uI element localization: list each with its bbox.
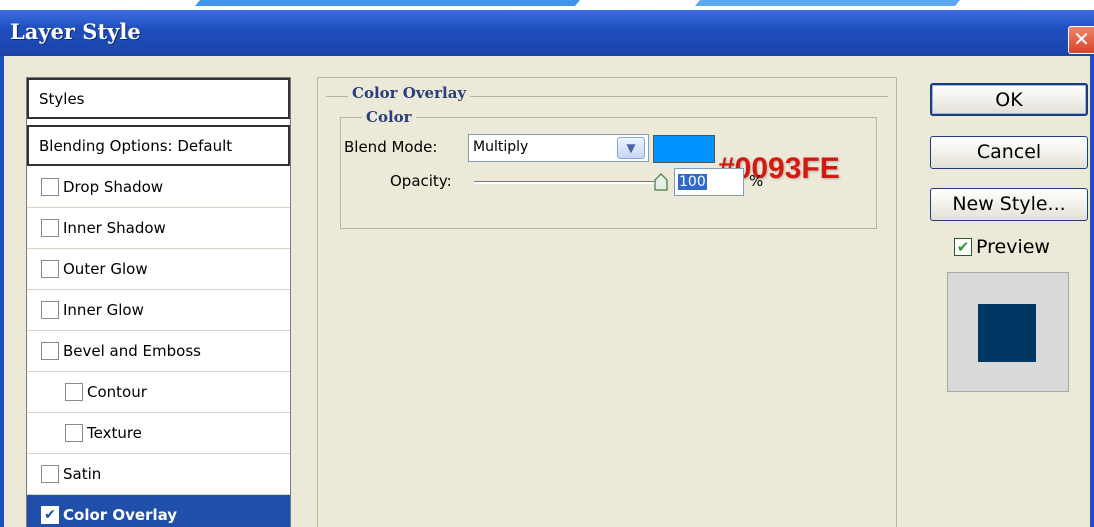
style-item-drop-shadow[interactable]: Drop Shadow — [27, 167, 290, 208]
blending-options-label: Blending Options: Default — [39, 136, 233, 155]
style-item-label: Drop Shadow — [63, 178, 164, 196]
checkbox-checked[interactable]: ✔ — [41, 506, 59, 524]
top-decorative-strip — [0, 0, 1094, 10]
opacity-value: 100 — [678, 174, 707, 190]
styles-header-item[interactable]: Styles — [27, 78, 290, 119]
styles-list: Styles Blending Options: Default Drop Sh… — [26, 77, 291, 527]
style-item-label: Satin — [63, 465, 102, 483]
style-item-outer-glow[interactable]: Outer Glow — [27, 249, 290, 290]
style-item-texture[interactable]: Texture — [27, 413, 290, 454]
style-item-inner-shadow[interactable]: Inner Shadow — [27, 208, 290, 249]
style-item-label: Contour — [87, 383, 147, 401]
opacity-unit: % — [749, 172, 764, 190]
new-style-button[interactable]: New Style... — [930, 188, 1088, 221]
blend-mode-label: Blend Mode: — [344, 138, 438, 156]
window-title: Layer Style — [10, 19, 141, 44]
styles-label: Styles — [39, 89, 85, 108]
style-item-label: Inner Shadow — [63, 219, 166, 237]
style-item-label: Color Overlay — [63, 506, 178, 524]
group-title: Color Overlay — [348, 84, 471, 102]
checkbox[interactable] — [41, 342, 59, 360]
decorative-ribbon — [694, 0, 966, 6]
preview-swatch — [978, 304, 1036, 362]
opacity-label: Opacity: — [390, 172, 452, 190]
style-item-contour[interactable]: Contour — [27, 372, 290, 413]
blend-mode-value: Multiply — [473, 139, 529, 155]
decorative-ribbon — [194, 0, 586, 6]
cancel-button[interactable]: Cancel — [930, 136, 1088, 169]
preview-checkbox[interactable]: ✔ — [954, 238, 972, 256]
checkbox[interactable] — [41, 219, 59, 237]
close-icon: ✕ — [1073, 27, 1090, 51]
style-item-label: Texture — [87, 424, 142, 442]
style-item-bevel-and-emboss[interactable]: Bevel and Emboss — [27, 331, 290, 372]
preview-label: Preview — [976, 236, 1050, 258]
style-item-color-overlay[interactable]: ✔ Color Overlay — [27, 495, 290, 527]
layer-style-dialog: Styles Blending Options: Default Drop Sh… — [0, 56, 1094, 527]
slider-thumb-icon[interactable] — [654, 173, 668, 191]
opacity-input[interactable]: 100 — [674, 168, 744, 196]
close-button[interactable]: ✕ — [1068, 26, 1094, 54]
style-item-label: Outer Glow — [63, 260, 148, 278]
opacity-slider[interactable] — [474, 181, 662, 184]
preview-toggle[interactable]: ✔ Preview — [954, 236, 1050, 258]
title-bar: Layer Style ✕ — [0, 10, 1094, 56]
style-item-inner-glow[interactable]: Inner Glow — [27, 290, 290, 331]
style-item-label: Bevel and Emboss — [63, 342, 201, 360]
style-item-label: Inner Glow — [63, 301, 144, 319]
chevron-down-icon[interactable]: ▼ — [617, 137, 645, 159]
blending-options-item[interactable]: Blending Options: Default — [27, 125, 290, 166]
checkbox[interactable] — [41, 465, 59, 483]
subgroup-title: Color — [362, 108, 416, 126]
checkbox[interactable] — [41, 301, 59, 319]
overlay-color-swatch[interactable] — [653, 135, 715, 163]
style-item-satin[interactable]: Satin — [27, 454, 290, 495]
ok-button[interactable]: OK — [930, 83, 1088, 116]
checkbox[interactable] — [65, 424, 83, 442]
checkbox[interactable] — [65, 383, 83, 401]
checkbox[interactable] — [41, 260, 59, 278]
checkbox[interactable] — [41, 178, 59, 196]
style-preview-thumbnail — [947, 272, 1069, 392]
